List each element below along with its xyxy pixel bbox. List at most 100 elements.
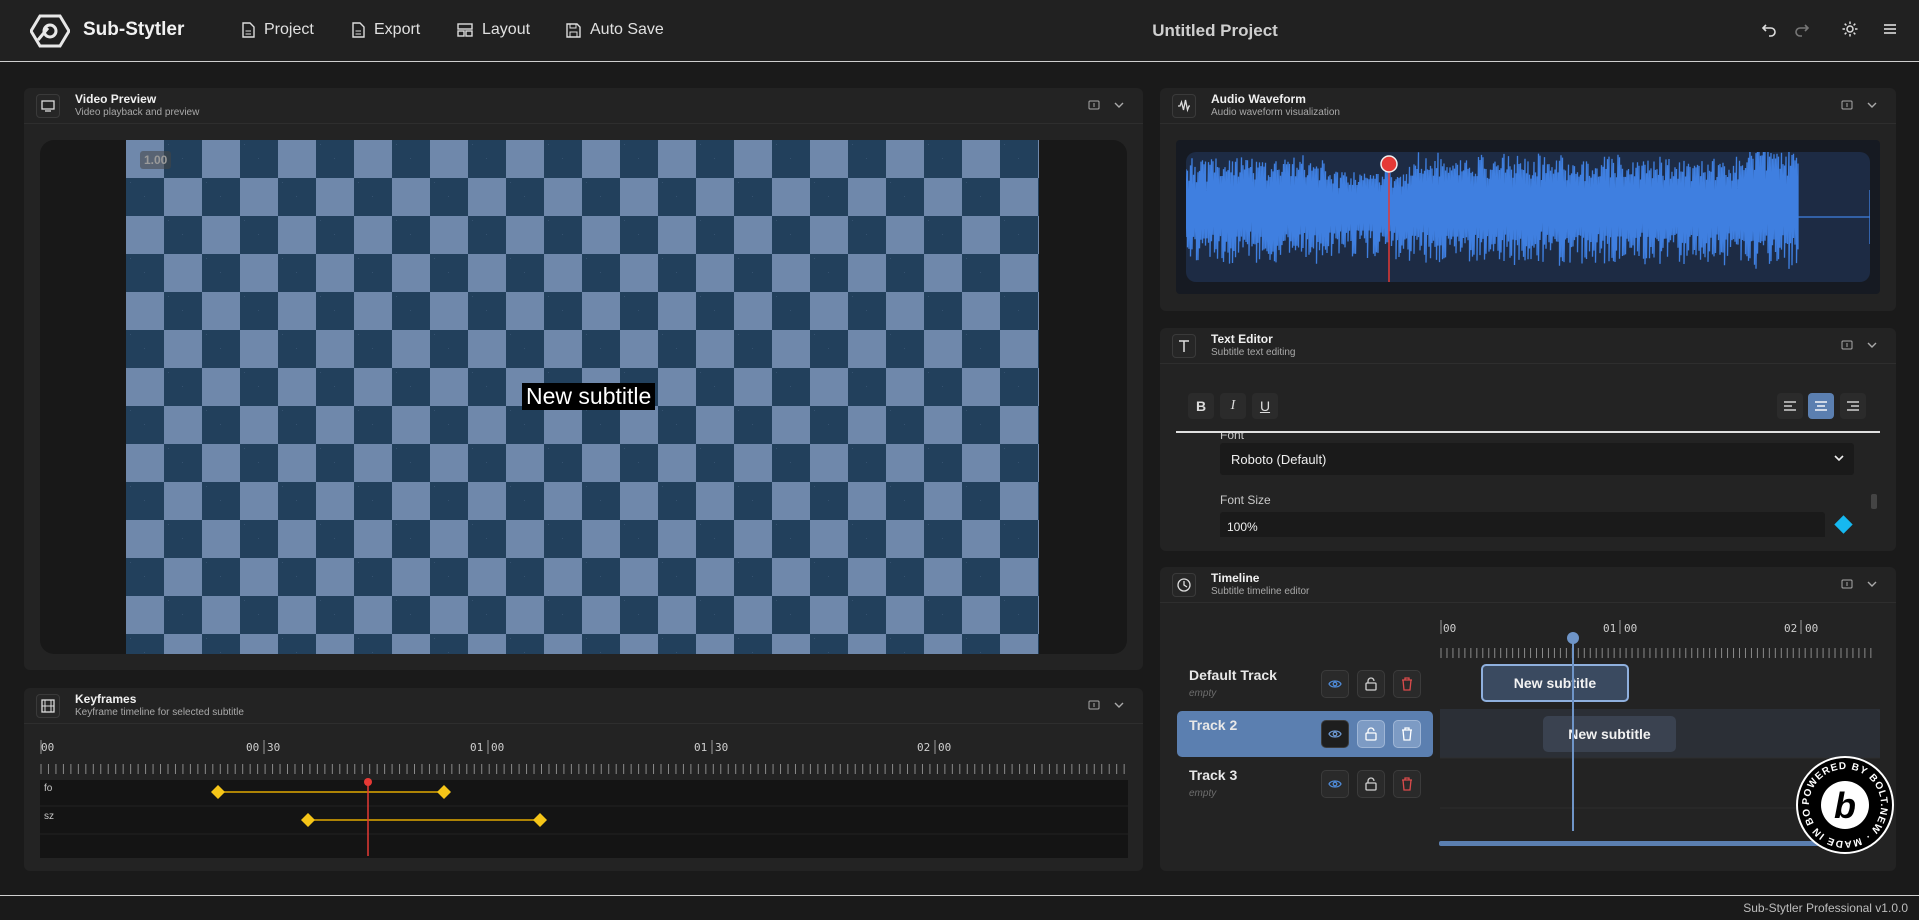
chevron-down-icon[interactable]: [1114, 101, 1124, 109]
font-select-value: Roboto (Default): [1231, 452, 1327, 467]
panel-maximize-icon[interactable]: [1841, 100, 1853, 110]
app-logo-icon[interactable]: [30, 14, 70, 48]
panel-title: Keyframes: [75, 692, 137, 706]
bold-button[interactable]: B: [1188, 393, 1214, 419]
chevron-down-icon: [1834, 454, 1844, 462]
panel-subtitle: Subtitle text editing: [1211, 347, 1296, 358]
menu-auto-save[interactable]: Auto Save: [566, 21, 664, 39]
app-header: Sub-Stytler Project Export Layout Auto S…: [0, 0, 1919, 62]
scrollbar-thumb[interactable]: [1871, 494, 1877, 509]
panel-subtitle: Subtitle timeline editor: [1211, 586, 1310, 597]
track-status: empty: [1189, 688, 1217, 699]
track-name[interactable]: Track 3: [1189, 767, 1237, 783]
trash-icon: [1401, 727, 1413, 741]
video-frame[interactable]: 1.00 New subtitle: [40, 140, 1127, 654]
panel-title: Timeline: [1211, 571, 1260, 585]
timeline-playhead[interactable]: [1572, 634, 1574, 831]
menu-layout-label: Layout: [482, 21, 531, 38]
unlock-icon: [1365, 777, 1377, 791]
keyframe-playhead-head: [364, 778, 372, 786]
panel-maximize-icon[interactable]: [1088, 100, 1100, 110]
track-visibility-button[interactable]: [1321, 770, 1349, 798]
track-lock-button[interactable]: [1357, 720, 1385, 748]
redo-icon[interactable]: [1794, 21, 1810, 37]
unlock-icon: [1365, 677, 1377, 691]
file-icon: [241, 22, 255, 38]
waveform-icon: [1172, 94, 1196, 118]
timeline-playhead-handle[interactable]: [1567, 632, 1579, 644]
menu-export-label: Export: [374, 21, 421, 38]
keyframe-diamond: [437, 785, 451, 799]
panel-title: Text Editor: [1211, 332, 1273, 346]
sun-icon[interactable]: [1842, 21, 1858, 37]
track-visibility-button[interactable]: [1321, 670, 1349, 698]
font-size-value: 100%: [1227, 520, 1258, 534]
track-delete-button[interactable]: [1393, 720, 1421, 748]
monitor-icon: [36, 94, 60, 118]
subtitle-clip[interactable]: New subtitle: [1543, 716, 1676, 752]
track-name[interactable]: Track 2: [1189, 717, 1237, 733]
panel-maximize-icon[interactable]: [1841, 579, 1853, 589]
trash-icon: [1401, 677, 1413, 691]
video-canvas[interactable]: 1.00 New subtitle: [126, 140, 1039, 654]
font-select[interactable]: Roboto (Default): [1220, 443, 1854, 475]
subtitle-overlay[interactable]: New subtitle: [522, 383, 656, 410]
chevron-down-icon[interactable]: [1114, 701, 1124, 709]
waveform-playhead-handle: [1380, 155, 1398, 173]
undo-icon[interactable]: [1761, 21, 1777, 37]
svg-text:b: b: [1834, 785, 1856, 826]
menu-auto-save-label: Auto Save: [590, 21, 664, 38]
italic-button[interactable]: I: [1220, 393, 1246, 419]
waveform-area[interactable]: [1176, 140, 1880, 294]
app-name: Sub-Stytler: [83, 19, 185, 40]
align-right-button[interactable]: [1840, 393, 1866, 419]
panel-maximize-icon[interactable]: [1088, 700, 1100, 710]
panel-subtitle: Video playback and preview: [75, 107, 200, 118]
waveform-graph: [1186, 152, 1870, 282]
menu-project[interactable]: Project: [241, 21, 314, 39]
track-visibility-button[interactable]: [1321, 720, 1349, 748]
align-center-icon: [1814, 400, 1828, 412]
chevron-down-icon[interactable]: [1867, 101, 1877, 109]
keyframe-marks: [211, 778, 547, 856]
font-label: Font: [1220, 433, 1245, 442]
panel-maximize-icon[interactable]: [1841, 340, 1853, 350]
subtitle-clip-selected[interactable]: New subtitle: [1481, 664, 1629, 702]
font-size-input[interactable]: 100%: [1220, 512, 1825, 537]
eye-icon: [1328, 729, 1342, 739]
panel-title: Video Preview: [75, 92, 157, 106]
audio-waveform-header: Audio Waveform Audio waveform visualizat…: [1160, 88, 1896, 124]
align-left-icon: [1783, 400, 1797, 412]
layout-icon: [457, 23, 473, 37]
chevron-down-icon[interactable]: [1867, 580, 1877, 588]
align-left-button[interactable]: [1777, 393, 1803, 419]
track-status: empty: [1189, 788, 1217, 799]
bolt-badge-seal: POWERED BY BOLT.NEW · MADE IN BOLT.NEW ·…: [1795, 755, 1894, 854]
trash-icon: [1401, 777, 1413, 791]
align-center-button[interactable]: [1808, 393, 1834, 419]
track-delete-button[interactable]: [1393, 670, 1421, 698]
track-name[interactable]: Default Track: [1189, 667, 1277, 683]
panel-title: Audio Waveform: [1211, 92, 1306, 106]
bolt-badge[interactable]: POWERED BY BOLT.NEW · MADE IN BOLT.NEW ·…: [1795, 755, 1895, 855]
text-type-icon: [1172, 334, 1196, 358]
chevron-down-icon[interactable]: [1867, 341, 1877, 349]
project-title[interactable]: Untitled Project: [1000, 21, 1430, 41]
menu-project-label: Project: [264, 21, 314, 38]
film-icon: [36, 694, 60, 718]
status-bar: Sub-Stytler Professional v1.0.0: [0, 895, 1919, 920]
hamburger-menu-icon[interactable]: [1882, 21, 1898, 37]
track-delete-button[interactable]: [1393, 770, 1421, 798]
panel-subtitle: Audio waveform visualization: [1211, 107, 1340, 118]
video-preview-header: Video Preview Video playback and preview: [24, 88, 1143, 124]
keyframes-header: Keyframes Keyframe timeline for selected…: [24, 688, 1143, 724]
menu-layout[interactable]: Layout: [457, 21, 530, 39]
eye-icon: [1328, 679, 1342, 689]
track-lock-button[interactable]: [1357, 670, 1385, 698]
keyframe-diamond: [211, 785, 225, 799]
underline-button[interactable]: U: [1252, 393, 1278, 419]
track-lock-button[interactable]: [1357, 770, 1385, 798]
menu-export[interactable]: Export: [351, 21, 420, 39]
zoom-level: 1.00: [140, 151, 172, 169]
keyframe-diamond: [301, 813, 315, 827]
